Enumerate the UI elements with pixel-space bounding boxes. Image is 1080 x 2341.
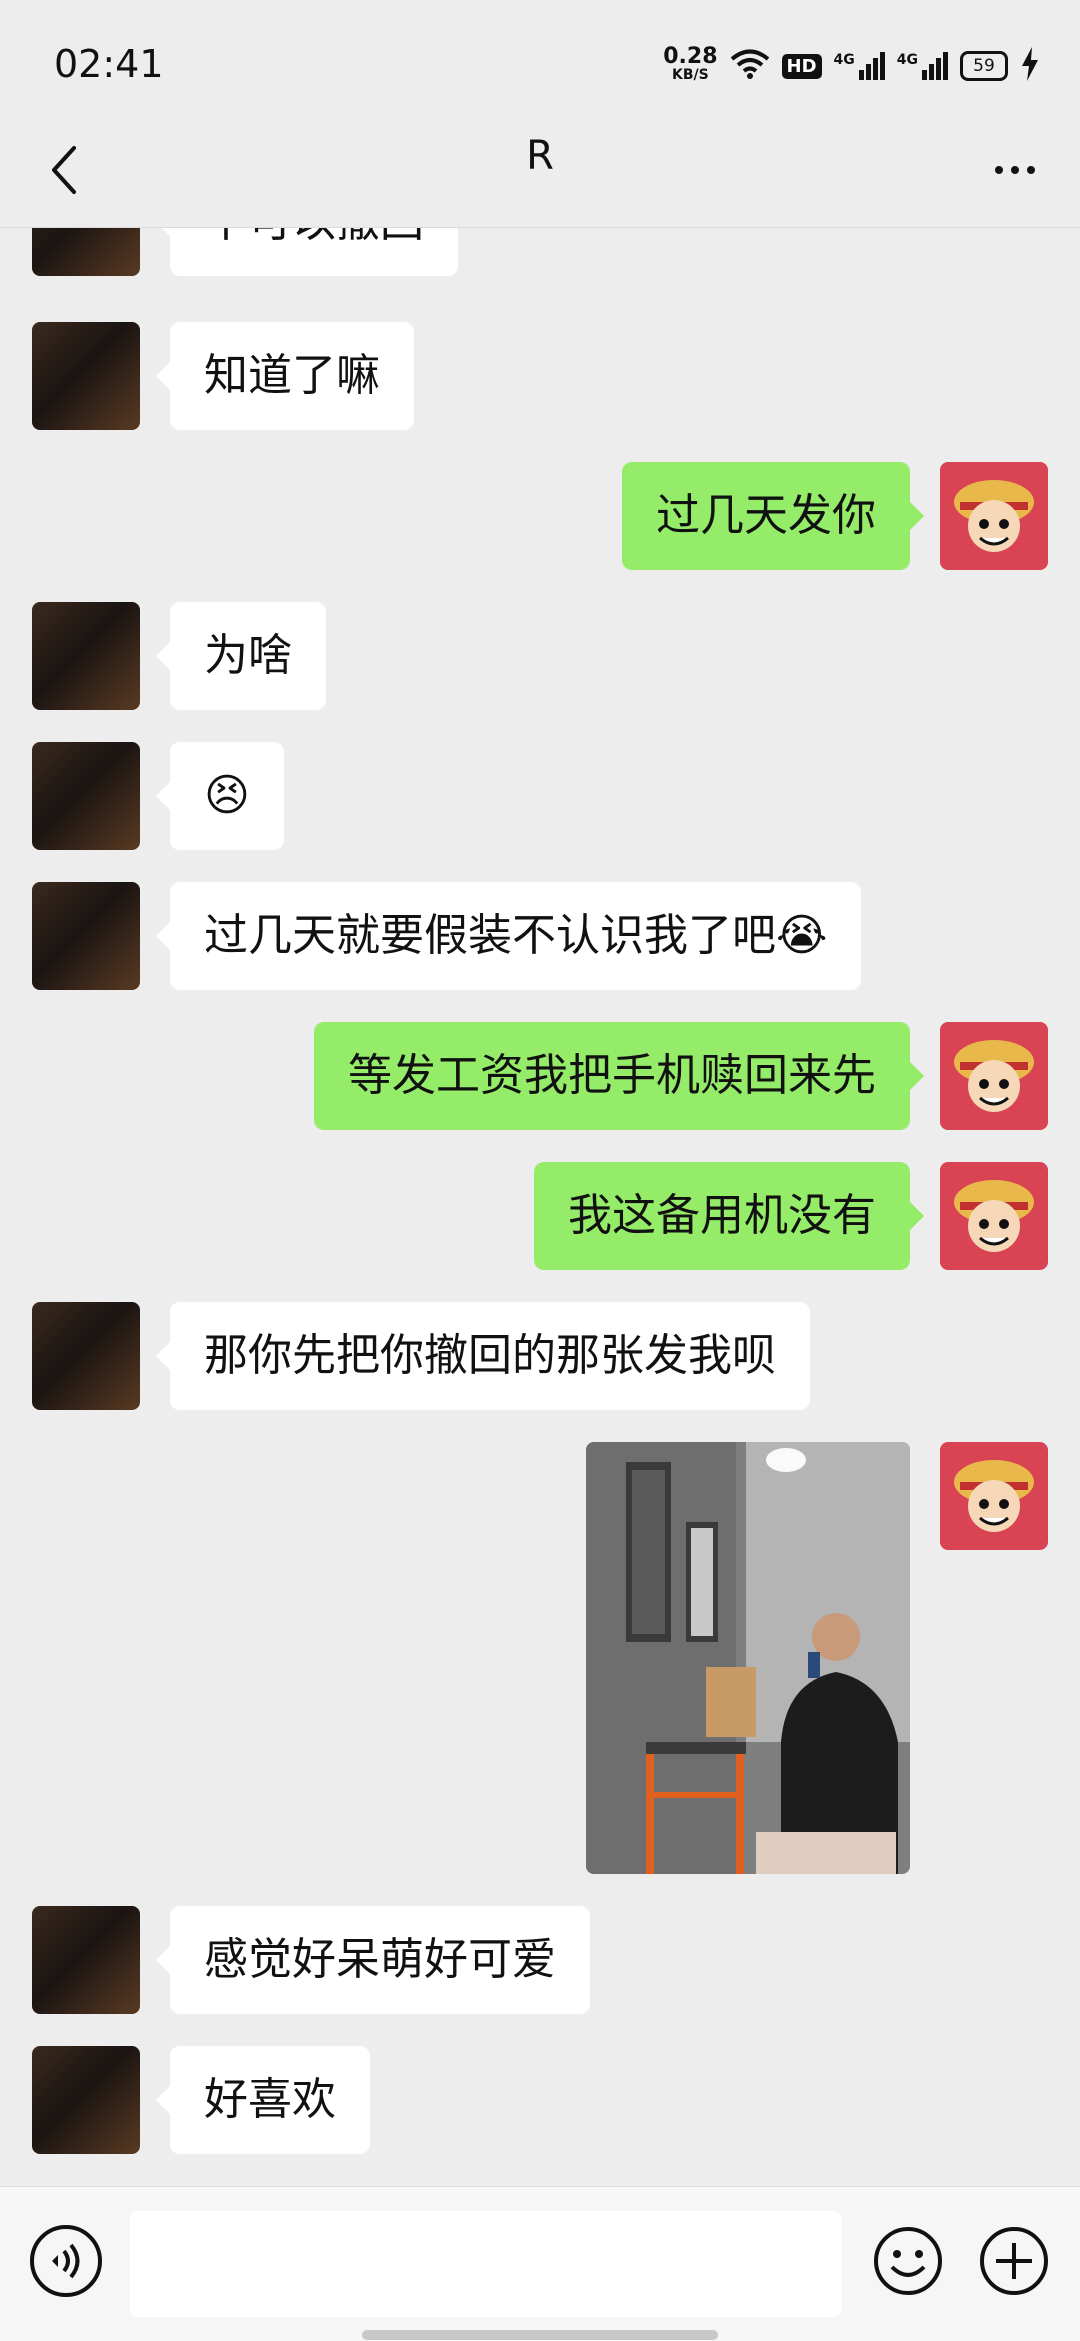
- contact-avatar[interactable]: [32, 602, 140, 710]
- incoming-message-bubble[interactable]: 感觉好呆萌好可爱: [156, 1906, 590, 2014]
- emoji-icon: [874, 2227, 942, 2295]
- network-type-label: 4G: [896, 52, 918, 68]
- more-dots-icon: [995, 166, 1003, 174]
- contact-avatar[interactable]: [32, 742, 140, 850]
- message-list[interactable]: 不可以撤回 知道了嘛 过几天发你 为啥 😣 过几天就要假装不认识我了吧😭 等发工…: [0, 228, 1080, 2186]
- status-icons: 0.28 KB/S HD 4G 4G 59: [663, 44, 1040, 88]
- network-speed-value: 0.28: [663, 44, 718, 69]
- contact-avatar[interactable]: [32, 322, 140, 430]
- status-bar: 02:41 0.28 KB/S HD 4G 4G 59: [0, 0, 1080, 130]
- outgoing-message-bubble[interactable]: 过几天发你: [622, 462, 924, 570]
- outgoing-message-bubble[interactable]: 等发工资我把手机赎回来先: [314, 1022, 924, 1130]
- incoming-message-bubble[interactable]: 知道了嘛: [156, 322, 414, 430]
- network-type-label: 4G: [833, 52, 855, 68]
- plus-icon: [980, 2227, 1048, 2295]
- incoming-message-bubble[interactable]: 过几天就要假装不认识我了吧😭: [155, 882, 862, 990]
- outgoing-image-message[interactable]: [586, 1442, 910, 1874]
- incoming-message-bubble[interactable]: 为啥: [156, 602, 326, 710]
- signal-icon: 4G: [834, 52, 885, 80]
- home-indicator[interactable]: [362, 2330, 718, 2340]
- contact-avatar[interactable]: [32, 882, 140, 990]
- input-bar: [0, 2186, 1080, 2341]
- network-speed-unit: KB/S: [672, 67, 709, 83]
- incoming-message-bubble[interactable]: 那你先把你撤回的那张发我呗: [156, 1302, 810, 1410]
- incoming-message-bubble[interactable]: 好喜欢: [156, 2046, 370, 2154]
- contact-avatar[interactable]: [32, 228, 140, 276]
- charging-bolt-icon: [1020, 47, 1040, 85]
- contact-avatar[interactable]: [32, 1302, 140, 1410]
- more-button[interactable]: [980, 135, 1050, 205]
- battery-icon: 59: [960, 51, 1008, 81]
- chat-title: R: [526, 133, 554, 179]
- status-time: 02:41: [54, 42, 164, 86]
- contact-avatar[interactable]: [32, 2046, 140, 2154]
- my-avatar[interactable]: [940, 1162, 1048, 1270]
- outgoing-message-bubble[interactable]: 我这备用机没有: [534, 1162, 924, 1270]
- my-avatar[interactable]: [940, 1442, 1048, 1550]
- my-avatar[interactable]: [940, 462, 1048, 570]
- network-speed: 0.28 KB/S: [663, 44, 718, 84]
- contact-avatar[interactable]: [32, 1906, 140, 2014]
- signal-icon: 4G: [897, 52, 948, 80]
- emoji-button[interactable]: [872, 2225, 944, 2297]
- voice-icon: [52, 2243, 80, 2279]
- my-avatar[interactable]: [940, 1022, 1048, 1130]
- more-functions-button[interactable]: [978, 2225, 1050, 2297]
- message-input[interactable]: [130, 2211, 842, 2317]
- hd-badge: HD: [781, 53, 822, 79]
- incoming-message-bubble[interactable]: 不可以撤回: [156, 228, 458, 276]
- voice-button[interactable]: [30, 2225, 102, 2297]
- chat-header: R: [0, 115, 1080, 228]
- wifi-icon: [730, 48, 770, 84]
- incoming-message-bubble[interactable]: 😣: [156, 742, 284, 850]
